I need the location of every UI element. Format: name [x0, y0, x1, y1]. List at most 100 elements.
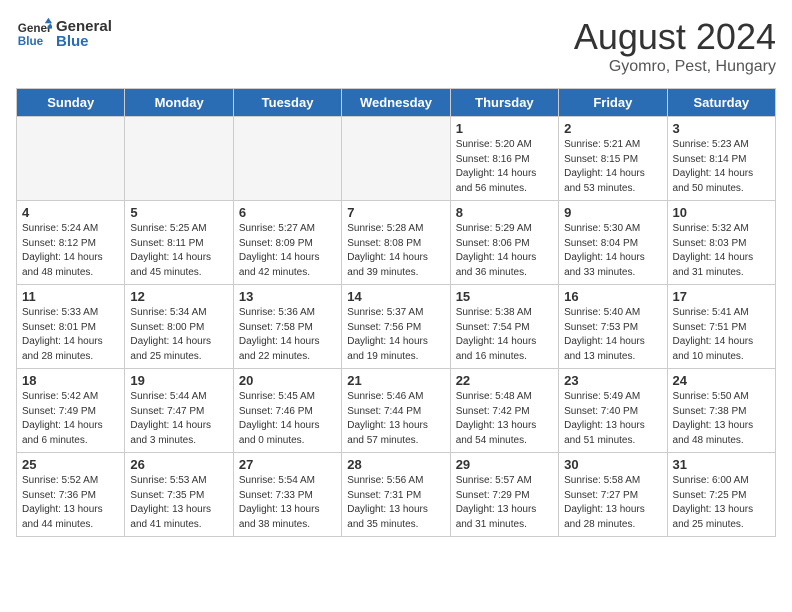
day-number: 9: [564, 205, 661, 220]
calendar-body: 1 Sunrise: 5:20 AM Sunset: 8:16 PM Daylig…: [17, 117, 776, 537]
calendar-cell: 28Sunrise: 5:56 AM Sunset: 7:31 PM Dayli…: [342, 453, 450, 537]
day-info: Sunrise: 5:38 AM Sunset: 7:54 PM Dayligh…: [456, 306, 553, 364]
calendar-cell: 17 Sunrise: 5:41 AM Sunset: 7:51 PM Dayli…: [667, 285, 775, 369]
calendar-cell: [17, 117, 125, 201]
day-number: 20: [239, 373, 336, 388]
day-number: 8: [456, 205, 553, 220]
calendar-cell: 19Sunrise: 5:44 AM Sunset: 7:47 PM Dayli…: [125, 369, 233, 453]
col-header-saturday: Saturday: [667, 89, 775, 117]
calendar-cell: 21 Sunrise: 5:46 AM Sunset: 7:44 PM Dayli…: [342, 369, 450, 453]
header-row: SundayMondayTuesdayWednesdayThursdayFrid…: [17, 89, 776, 117]
calendar-cell: 6 Sunrise: 5:27 AM Sunset: 8:09 PM Daylig…: [233, 201, 341, 285]
day-number: 29: [456, 457, 553, 472]
day-info: Sunrise: 5:56 AM Sunset: 7:31 PM Dayligh…: [347, 474, 444, 532]
week-row-4: 18Sunrise: 5:42 AM Sunset: 7:49 PM Dayli…: [17, 369, 776, 453]
page-header: General Blue General Blue August 2024 Gy…: [16, 16, 776, 76]
main-title: August 2024: [574, 16, 776, 58]
calendar-cell: 26Sunrise: 5:53 AM Sunset: 7:35 PM Dayli…: [125, 453, 233, 537]
calendar-cell: 18Sunrise: 5:42 AM Sunset: 7:49 PM Dayli…: [17, 369, 125, 453]
day-info: Sunrise: 5:53 AM Sunset: 7:35 PM Dayligh…: [130, 474, 227, 532]
calendar-cell: 31 Sunrise: 6:00 AM Sunset: 7:25 PM Dayli…: [667, 453, 775, 537]
calendar-cell: 8 Sunrise: 5:29 AM Sunset: 8:06 PM Daylig…: [450, 201, 558, 285]
day-number: 14: [347, 289, 444, 304]
calendar-cell: 16 Sunrise: 5:40 AM Sunset: 7:53 PM Dayli…: [559, 285, 667, 369]
day-info: Sunrise: 5:33 AM Sunset: 8:01 PM Dayligh…: [22, 306, 119, 364]
title-block: August 2024 Gyomro, Pest, Hungary: [574, 16, 776, 76]
col-header-sunday: Sunday: [17, 89, 125, 117]
day-info: Sunrise: 5:24 AM Sunset: 8:12 PM Dayligh…: [22, 222, 119, 280]
day-info: Sunrise: 5:30 AM Sunset: 8:04 PM Dayligh…: [564, 222, 661, 280]
day-number: 25: [22, 457, 119, 472]
calendar-cell: 5 Sunrise: 5:25 AM Sunset: 8:11 PM Daylig…: [125, 201, 233, 285]
day-info: Sunrise: 5:54 AM Sunset: 7:33 PM Dayligh…: [239, 474, 336, 532]
calendar-cell: 12 Sunrise: 5:34 AM Sunset: 8:00 PM Dayli…: [125, 285, 233, 369]
calendar-cell: 7 Sunrise: 5:28 AM Sunset: 8:08 PM Daylig…: [342, 201, 450, 285]
calendar-cell: [233, 117, 341, 201]
logo-line2: Blue: [56, 34, 112, 49]
day-number: 22: [456, 373, 553, 388]
day-info: Sunrise: 5:25 AM Sunset: 8:11 PM Dayligh…: [130, 222, 227, 280]
col-header-monday: Monday: [125, 89, 233, 117]
day-number: 1: [456, 121, 553, 136]
day-info: Sunrise: 5:42 AM Sunset: 7:49 PM Dayligh…: [22, 390, 119, 448]
col-header-friday: Friday: [559, 89, 667, 117]
calendar-cell: 22 Sunrise: 5:48 AM Sunset: 7:42 PM Dayli…: [450, 369, 558, 453]
day-info: Sunrise: 5:28 AM Sunset: 8:08 PM Dayligh…: [347, 222, 444, 280]
calendar-cell: 29 Sunrise: 5:57 AM Sunset: 7:29 PM Dayli…: [450, 453, 558, 537]
calendar-header: SundayMondayTuesdayWednesdayThursdayFrid…: [17, 89, 776, 117]
day-info: Sunrise: 5:57 AM Sunset: 7:29 PM Dayligh…: [456, 474, 553, 532]
calendar-cell: 15 Sunrise: 5:38 AM Sunset: 7:54 PM Dayli…: [450, 285, 558, 369]
day-info: Sunrise: 5:48 AM Sunset: 7:42 PM Dayligh…: [456, 390, 553, 448]
day-info: Sunrise: 5:49 AM Sunset: 7:40 PM Dayligh…: [564, 390, 661, 448]
day-number: 2: [564, 121, 661, 136]
day-number: 21: [347, 373, 444, 388]
day-info: Sunrise: 5:32 AM Sunset: 8:03 PM Dayligh…: [673, 222, 770, 280]
day-number: 10: [673, 205, 770, 220]
day-number: 15: [456, 289, 553, 304]
day-info: Sunrise: 5:20 AM Sunset: 8:16 PM Dayligh…: [456, 138, 553, 196]
day-number: 31: [673, 457, 770, 472]
week-row-1: 1 Sunrise: 5:20 AM Sunset: 8:16 PM Daylig…: [17, 117, 776, 201]
calendar-cell: 4 Sunrise: 5:24 AM Sunset: 8:12 PM Daylig…: [17, 201, 125, 285]
calendar-cell: 10 Sunrise: 5:32 AM Sunset: 8:03 PM Dayli…: [667, 201, 775, 285]
day-info: Sunrise: 5:40 AM Sunset: 7:53 PM Dayligh…: [564, 306, 661, 364]
day-number: 24: [673, 373, 770, 388]
calendar-cell: 9 Sunrise: 5:30 AM Sunset: 8:04 PM Daylig…: [559, 201, 667, 285]
day-number: 7: [347, 205, 444, 220]
subtitle: Gyomro, Pest, Hungary: [574, 58, 776, 76]
logo-icon: General Blue: [16, 16, 52, 52]
day-number: 11: [22, 289, 119, 304]
week-row-3: 11 Sunrise: 5:33 AM Sunset: 8:01 PM Dayli…: [17, 285, 776, 369]
day-info: Sunrise: 5:29 AM Sunset: 8:06 PM Dayligh…: [456, 222, 553, 280]
day-info: Sunrise: 5:23 AM Sunset: 8:14 PM Dayligh…: [673, 138, 770, 196]
day-number: 17: [673, 289, 770, 304]
col-header-tuesday: Tuesday: [233, 89, 341, 117]
day-info: Sunrise: 5:21 AM Sunset: 8:15 PM Dayligh…: [564, 138, 661, 196]
calendar-cell: 24Sunrise: 5:50 AM Sunset: 7:38 PM Dayli…: [667, 369, 775, 453]
day-info: Sunrise: 5:34 AM Sunset: 8:00 PM Dayligh…: [130, 306, 227, 364]
day-number: 4: [22, 205, 119, 220]
day-number: 6: [239, 205, 336, 220]
col-header-thursday: Thursday: [450, 89, 558, 117]
svg-text:General: General: [18, 22, 52, 35]
day-number: 27: [239, 457, 336, 472]
calendar-cell: 2 Sunrise: 5:21 AM Sunset: 8:15 PM Daylig…: [559, 117, 667, 201]
day-number: 30: [564, 457, 661, 472]
day-number: 19: [130, 373, 227, 388]
week-row-2: 4 Sunrise: 5:24 AM Sunset: 8:12 PM Daylig…: [17, 201, 776, 285]
calendar-cell: 1 Sunrise: 5:20 AM Sunset: 8:16 PM Daylig…: [450, 117, 558, 201]
day-number: 13: [239, 289, 336, 304]
day-info: Sunrise: 5:52 AM Sunset: 7:36 PM Dayligh…: [22, 474, 119, 532]
logo-line1: General: [56, 19, 112, 34]
day-info: Sunrise: 6:00 AM Sunset: 7:25 PM Dayligh…: [673, 474, 770, 532]
col-header-wednesday: Wednesday: [342, 89, 450, 117]
calendar-cell: 30Sunrise: 5:58 AM Sunset: 7:27 PM Dayli…: [559, 453, 667, 537]
day-number: 16: [564, 289, 661, 304]
calendar-cell: 3Sunrise: 5:23 AM Sunset: 8:14 PM Daylig…: [667, 117, 775, 201]
calendar-cell: 27 Sunrise: 5:54 AM Sunset: 7:33 PM Dayli…: [233, 453, 341, 537]
day-info: Sunrise: 5:46 AM Sunset: 7:44 PM Dayligh…: [347, 390, 444, 448]
day-number: 5: [130, 205, 227, 220]
day-info: Sunrise: 5:27 AM Sunset: 8:09 PM Dayligh…: [239, 222, 336, 280]
day-info: Sunrise: 5:41 AM Sunset: 7:51 PM Dayligh…: [673, 306, 770, 364]
day-number: 12: [130, 289, 227, 304]
